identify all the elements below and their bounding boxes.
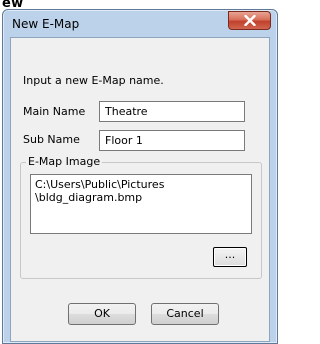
cancel-button[interactable]: Cancel <box>151 303 219 325</box>
browse-button[interactable]: ... <box>213 247 247 267</box>
main-name-label: Main Name <box>23 105 86 118</box>
close-button[interactable] <box>228 11 271 30</box>
image-path-field[interactable]: C:\Users\Public\Pictures \bldg_diagram.b… <box>30 174 252 234</box>
sub-name-input[interactable] <box>99 130 245 151</box>
window-title: New E-Map <box>12 17 80 31</box>
main-name-input[interactable] <box>99 101 245 122</box>
instruction-text: Input a new E-Map name. <box>23 74 164 87</box>
dialog-client-area: Input a new E-Map name. Main Name Sub Na… <box>10 37 270 342</box>
emap-image-group: E-Map Image C:\Users\Public\Pictures \bl… <box>20 155 262 279</box>
emap-image-group-label: E-Map Image <box>26 155 103 168</box>
ok-button[interactable]: OK <box>68 303 136 325</box>
new-emap-dialog: New E-Map Input a new E-Map name. Main N… <box>2 9 278 344</box>
sub-name-label: Sub Name <box>23 133 80 146</box>
image-path-line-2: \bldg_diagram.bmp <box>35 191 143 204</box>
title-bar[interactable]: New E-Map <box>3 10 277 38</box>
image-path-line-1: C:\Users\Public\Pictures <box>35 178 165 191</box>
close-x-icon <box>244 15 256 26</box>
